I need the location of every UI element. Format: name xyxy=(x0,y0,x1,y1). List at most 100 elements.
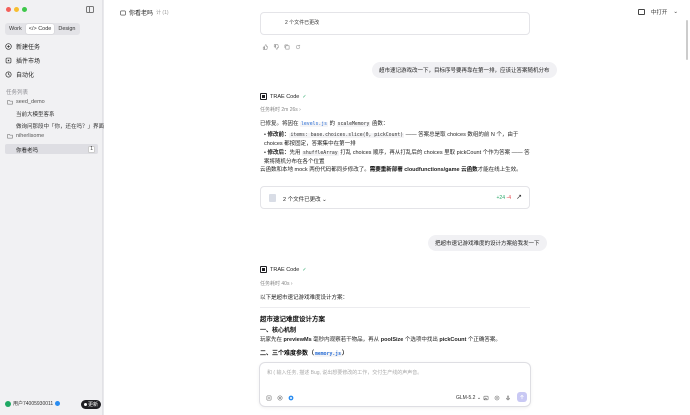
copy-icon[interactable] xyxy=(284,44,290,50)
text-segment: 玩家先在 xyxy=(260,337,284,343)
arrow-up-icon xyxy=(520,394,524,400)
bullet-before: • 修改前：items: base.choices.slice(0, pickC… xyxy=(264,132,519,147)
microphone-icon[interactable] xyxy=(505,395,511,401)
chat-composer: GLM-5.2 ⌄ xyxy=(259,362,531,407)
task-group-seed-demo[interactable]: seed_demo xyxy=(7,99,45,105)
agent-paragraph: 以下是超市速记游戏难度设计方案： xyxy=(260,295,349,301)
composer-tools xyxy=(266,395,294,401)
bold-segment: previewMs xyxy=(283,337,312,343)
nav-automation[interactable]: 自动化 xyxy=(5,70,34,79)
thumbs-down-icon[interactable] xyxy=(273,44,279,50)
task-item[interactable]: 当前大模型客系 xyxy=(16,110,55,118)
file-changes-card-previous[interactable]: 2 个文件已更改 xyxy=(260,12,530,35)
nav-plugin-market-label: 插件市场 xyxy=(16,59,41,65)
nav-plugin-market[interactable]: 插件市场 xyxy=(5,56,40,65)
chevron-down-icon[interactable]: ⌄ xyxy=(322,197,327,203)
text-segment: ） xyxy=(342,351,349,357)
text-segment: 已修复。将因在 xyxy=(260,121,301,127)
chevron-down-icon[interactable]: ⌄ xyxy=(673,9,678,15)
agent-name: TRAE Code xyxy=(270,266,300,273)
text-segment: 个正确答案。 xyxy=(466,337,501,343)
agent-name: TRAE Code xyxy=(270,93,300,100)
thumbs-up-icon[interactable] xyxy=(262,44,268,50)
close-window-button[interactable] xyxy=(6,7,11,12)
lines-removed: -4 xyxy=(506,195,511,201)
file-link[interactable]: levels.js xyxy=(300,122,329,127)
file-changes-card[interactable]: 2 个文件已更改 ⌄ +24 -4 ↗ xyxy=(260,186,530,209)
task-group-niherlisome[interactable]: niherlisome xyxy=(7,133,44,139)
trae-logo-icon xyxy=(260,93,267,100)
text-segment: 先用 xyxy=(289,150,303,156)
agent-header: TRAE Code ✓ xyxy=(260,93,307,100)
text-segment: 函数： xyxy=(370,121,389,127)
agent-mode-icon[interactable] xyxy=(288,395,294,401)
bullet-lead: 修改后： xyxy=(267,150,290,156)
inline-code: items: base.choices.slice(0, pickCount) xyxy=(289,133,405,138)
mention-icon[interactable] xyxy=(277,395,283,401)
minimize-window-button[interactable] xyxy=(14,7,19,12)
mode-code-tab[interactable]: </> Code xyxy=(25,24,55,34)
mode-design-tab[interactable]: Design xyxy=(55,24,78,34)
nav-automation-label: 自动化 xyxy=(16,73,35,79)
bold-segment: poolSize xyxy=(380,337,404,343)
image-icon[interactable] xyxy=(483,395,489,401)
section-heading: 二、三个难度参数（memory.js） xyxy=(260,348,348,357)
task-item-active[interactable]: 你看老吗 1 xyxy=(5,144,98,154)
user-message: 把超市速记游戏难度的设计方案给我发一下 xyxy=(428,235,547,251)
bullet-after: • 修改后：先用 shuffleArray 打乱 choices 顺序，再从打乱… xyxy=(264,150,530,165)
section-heading: 一、核心机制 xyxy=(260,328,297,334)
file-changes-text: 2 个文件已更改 xyxy=(283,197,321,203)
text-segment: 云函数和本地 mock 两份代码都同步修改了。 xyxy=(260,167,370,173)
text-segment: 个选项中找出 xyxy=(403,337,440,343)
update-dot-icon xyxy=(84,403,87,406)
automation-icon xyxy=(5,71,12,78)
attach-icon[interactable] xyxy=(266,395,272,401)
task-duration[interactable]: 任务耗时 2m 26s › xyxy=(260,106,301,113)
file-changes-label: 2 个文件已更改 xyxy=(285,20,320,26)
agent-paragraph: 云函数和本地 mock 两份代码都同步修改了。需要重新部署 cloudfunct… xyxy=(260,166,530,174)
model-selector[interactable]: GLM-5.2 ⌄ xyxy=(456,395,481,401)
bold-segment: pickCount xyxy=(439,337,467,343)
open-external-icon[interactable]: ↗ xyxy=(516,193,522,201)
page-title: 你看老吗 计 (1) xyxy=(120,8,169,17)
page-subtitle: 计 (1) xyxy=(156,10,169,16)
inline-code: shuffleArray xyxy=(302,151,339,156)
folder-icon xyxy=(7,134,13,139)
chat-input[interactable] xyxy=(267,368,525,378)
nav-new-task-label: 新建任务 xyxy=(16,45,41,51)
file-changes-label: 2 个文件已更改 ⌄ xyxy=(283,195,327,203)
text-segment: 二、三个难度参数（ xyxy=(260,351,315,357)
verified-icon: ✓ xyxy=(302,266,307,273)
scrollbar[interactable] xyxy=(686,20,688,60)
bold-segment: 需要重新部署 cloudfunctions/game 云函数 xyxy=(369,167,478,173)
update-button[interactable]: 更新 xyxy=(81,400,102,409)
zoom-window-button[interactable] xyxy=(22,7,27,12)
new-task-icon xyxy=(5,43,12,50)
composer-actions xyxy=(483,395,511,401)
text-segment: 毫秒内观察若干物品，再从 xyxy=(311,337,381,343)
task-list-heading: 任务列表 xyxy=(6,90,29,96)
task-item[interactable]: 做询问那段中「你，还在吗？」界面 xyxy=(16,122,104,130)
retry-icon[interactable] xyxy=(295,44,301,50)
terminal-icon[interactable] xyxy=(637,9,645,15)
active-task-shortcut: 1 xyxy=(88,146,95,153)
send-button[interactable] xyxy=(517,392,527,402)
vip-badge-icon xyxy=(55,401,61,406)
file-icon xyxy=(269,194,276,202)
user-account[interactable]: 用户74005930011 xyxy=(5,400,61,407)
agent-paragraph: 玩家先在 previewMs 毫秒内观察若干物品，再从 poolSize 个选项… xyxy=(260,336,530,344)
mode-work-tab[interactable]: Work xyxy=(6,24,25,34)
mode-switcher: Work </> Code Design xyxy=(5,23,80,35)
file-link[interactable]: memory.js xyxy=(314,352,343,357)
verified-icon: ✓ xyxy=(302,93,307,100)
agent-header: TRAE Code ✓ xyxy=(260,266,307,273)
open-in-button[interactable]: 中打开 xyxy=(651,8,668,16)
nav-new-task[interactable]: 新建任务 xyxy=(5,42,40,51)
bullet-lead: 修改前： xyxy=(267,132,290,138)
doc-heading: 超市速记难度设计方案 xyxy=(260,316,325,323)
settings-icon[interactable] xyxy=(494,395,500,401)
task-duration[interactable]: 任务耗时 40s › xyxy=(260,280,293,287)
user-message: 超市速记游戏改一下，目标序号要再靠在第一排，应该让答案随机分布 xyxy=(372,62,557,78)
sidebar-toggle-icon[interactable] xyxy=(86,6,94,13)
main-panel: 你看老吗 计 (1) 中打开 ⌄ 2 个文件已更改 超市速记游戏改一下，目标序号… xyxy=(104,0,690,415)
